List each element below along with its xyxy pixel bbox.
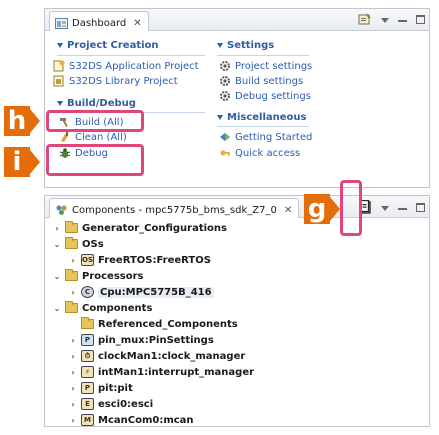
- divider: [217, 55, 309, 56]
- annotation-i-arrow: [30, 150, 40, 174]
- tree-item-referenced-components[interactable]: Referenced_Components: [69, 316, 238, 332]
- component-icon: ⚡: [81, 366, 94, 378]
- highlight-debug-box: [46, 144, 144, 176]
- expand-icon[interactable]: ›: [69, 336, 77, 345]
- link-debug-settings[interactable]: Debug settings: [219, 90, 311, 102]
- folder-icon: [65, 269, 78, 281]
- gear-icon: [220, 61, 230, 71]
- component-icon: M: [81, 414, 94, 426]
- annotation-g-badge: g: [304, 194, 330, 224]
- close-icon[interactable]: ✕: [133, 18, 141, 29]
- minimize-icon[interactable]: [398, 208, 407, 210]
- link-quick-access[interactable]: Quick access: [219, 147, 300, 159]
- close-icon[interactable]: ✕: [284, 205, 292, 216]
- highlight-build-box: [46, 110, 144, 132]
- components-view: Components - mpc5775b_bms_sdk_Z7_0 ✕ › G…: [44, 195, 430, 427]
- link-project-settings[interactable]: Project settings: [219, 60, 312, 72]
- section-miscellaneous[interactable]: Miscellaneous: [217, 112, 307, 123]
- section-build-debug[interactable]: Build/Debug: [57, 98, 136, 109]
- cpu-icon: C: [81, 286, 94, 298]
- tree-item-interrupt-manager[interactable]: › ⚡ intMan1:interrupt_manager: [69, 364, 254, 380]
- maximize-icon[interactable]: [416, 202, 425, 212]
- key-icon: [220, 150, 230, 156]
- gear-icon: [220, 91, 230, 101]
- collapse-icon: [217, 43, 223, 48]
- annotation-h-arrow: [30, 109, 40, 133]
- section-settings[interactable]: Settings: [217, 40, 274, 51]
- broom-icon: [61, 131, 68, 142]
- link-build-settings[interactable]: Build settings: [219, 75, 303, 87]
- link-s32ds-application-project[interactable]: S32DS Application Project: [53, 60, 199, 72]
- tree-item-components[interactable]: ⌄ Components: [53, 300, 152, 316]
- tab-components-label: Components - mpc5775b_bms_sdk_Z7_0: [72, 204, 277, 216]
- application-project-icon: [53, 60, 65, 72]
- annotation-h-badge: h: [4, 106, 30, 136]
- tree-item-oss[interactable]: ⌄ OSs: [53, 236, 104, 252]
- tab-dashboard-label: Dashboard: [72, 17, 127, 29]
- folder-icon: [65, 237, 78, 249]
- getting-started-icon: [220, 133, 230, 141]
- library-project-icon: [53, 75, 64, 87]
- tab-components[interactable]: Components - mpc5775b_bms_sdk_Z7_0 ✕: [49, 198, 300, 218]
- collapse-icon: [57, 101, 63, 106]
- tree-item-pin-mux[interactable]: › P pin_mux:PinSettings: [69, 332, 214, 348]
- tree-item-mcan[interactable]: › M McanCom0:mcan: [69, 412, 194, 428]
- annotation-i-badge: i: [4, 147, 30, 177]
- tree-item-generator-configurations[interactable]: › Generator_Configurations: [53, 220, 227, 236]
- expand-icon[interactable]: ›: [69, 384, 77, 393]
- highlight-generate-code-box: [340, 180, 362, 236]
- component-icon: ⏱: [81, 350, 94, 362]
- collapse-icon: [57, 43, 63, 48]
- component-icon: E: [81, 398, 94, 410]
- link-clean-all[interactable]: Clean (All): [59, 131, 127, 143]
- collapse-icon[interactable]: ⌄: [53, 272, 61, 281]
- section-project-creation[interactable]: Project Creation: [57, 40, 159, 51]
- annotation-g-arrow: [330, 197, 340, 221]
- collapse-icon[interactable]: ⌄: [53, 240, 61, 249]
- dashboard-view-toolbar: [358, 13, 425, 25]
- component-icon: P: [81, 382, 94, 394]
- link-getting-started[interactable]: Getting Started: [219, 131, 312, 143]
- expand-icon[interactable]: ›: [53, 224, 61, 233]
- folder-icon: [65, 301, 78, 313]
- tree-item-clock-manager[interactable]: › ⏱ clockMan1:clock_manager: [69, 348, 245, 364]
- components-view-toolbar: [360, 200, 425, 214]
- expand-icon[interactable]: ›: [69, 288, 77, 297]
- minimize-icon[interactable]: [398, 20, 407, 22]
- gear-icon: [220, 76, 230, 86]
- dashboard-icon: [55, 18, 68, 29]
- component-icon: P: [81, 334, 94, 346]
- expand-icon[interactable]: ›: [69, 368, 77, 377]
- customize-dashboard-icon[interactable]: [358, 13, 372, 25]
- maximize-icon[interactable]: [416, 14, 425, 24]
- divider: [57, 55, 205, 56]
- components-tabbar: Components - mpc5775b_bms_sdk_Z7_0 ✕: [45, 196, 429, 218]
- expand-icon[interactable]: ›: [69, 416, 77, 425]
- collapse-icon[interactable]: ⌄: [53, 304, 61, 313]
- tree-item-esci[interactable]: › E esci0:esci: [69, 396, 153, 412]
- expand-icon[interactable]: ›: [69, 352, 77, 361]
- divider: [217, 126, 309, 127]
- expand-icon[interactable]: ›: [69, 256, 77, 265]
- tree-item-pit[interactable]: › P pit:pit: [69, 380, 133, 396]
- dashboard-tabbar: Dashboard ✕: [45, 9, 429, 31]
- view-menu-icon[interactable]: [381, 18, 389, 23]
- collapse-icon: [217, 115, 223, 120]
- tree-item-freertos[interactable]: › OS FreeRTOS:FreeRTOS: [69, 252, 211, 268]
- link-s32ds-library-project[interactable]: S32DS Library Project: [53, 75, 178, 87]
- folder-icon: [65, 221, 78, 233]
- view-menu-icon[interactable]: [381, 206, 389, 211]
- component-icon: OS: [81, 254, 94, 266]
- tab-dashboard[interactable]: Dashboard ✕: [49, 11, 149, 31]
- tree-item-processors[interactable]: ⌄ Processors: [53, 268, 144, 284]
- tree-item-cpu[interactable]: › C Cpu:MPC5775B_416: [69, 284, 214, 300]
- expand-icon[interactable]: ›: [69, 400, 77, 409]
- components-icon: [56, 205, 67, 215]
- folder-icon: [81, 317, 94, 329]
